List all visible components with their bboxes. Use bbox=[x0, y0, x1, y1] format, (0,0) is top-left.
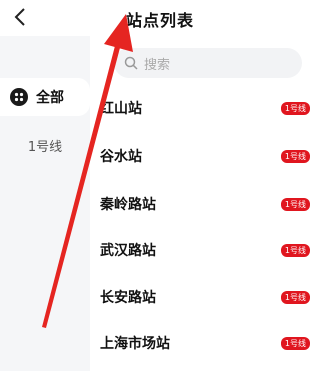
search-input[interactable]: 搜索 bbox=[114, 48, 302, 78]
station-item[interactable]: 红山站 1号线 bbox=[100, 96, 310, 120]
line-badge: 1号线 bbox=[280, 149, 310, 163]
sidebar-item-line-1[interactable]: 1号线 bbox=[0, 136, 90, 155]
line-badge: 1号线 bbox=[280, 290, 310, 304]
sidebar-item-all[interactable]: 全部 bbox=[0, 78, 90, 116]
station-name: 秦岭路站 bbox=[100, 197, 156, 213]
line-badge: 1号线 bbox=[280, 197, 310, 211]
station-item[interactable]: 长安路站 1号线 bbox=[100, 285, 310, 309]
station-list-panel: 搜索 红山站 1号线 谷水站 1号线 秦岭路站 1号线 武汉路站 1号线 长安路… bbox=[90, 36, 320, 371]
station-name: 红山站 bbox=[100, 101, 142, 117]
station-item[interactable]: 武汉路站 1号线 bbox=[100, 238, 310, 262]
station-name: 谷水站 bbox=[100, 149, 142, 165]
station-item[interactable]: 秦岭路站 1号线 bbox=[100, 192, 310, 216]
station-item[interactable]: 谷水站 1号线 bbox=[100, 144, 310, 168]
station-name: 武汉路站 bbox=[100, 243, 156, 259]
sidebar: 全部 1号线 bbox=[0, 36, 90, 371]
station-item[interactable]: 上海市场站 1号线 bbox=[100, 331, 310, 355]
grid-icon bbox=[10, 88, 28, 106]
page-title: 站点列表 bbox=[125, 11, 194, 30]
search-icon bbox=[124, 56, 138, 70]
line-badge: 1号线 bbox=[280, 243, 310, 257]
line-badge: 1号线 bbox=[280, 336, 310, 350]
station-name: 长安路站 bbox=[100, 290, 156, 306]
line-badge: 1号线 bbox=[280, 101, 310, 115]
search-placeholder: 搜索 bbox=[144, 57, 171, 73]
station-name: 上海市场站 bbox=[100, 336, 170, 352]
sidebar-item-label: 全部 bbox=[36, 90, 64, 106]
header-bar: 站点列表 bbox=[0, 0, 320, 36]
